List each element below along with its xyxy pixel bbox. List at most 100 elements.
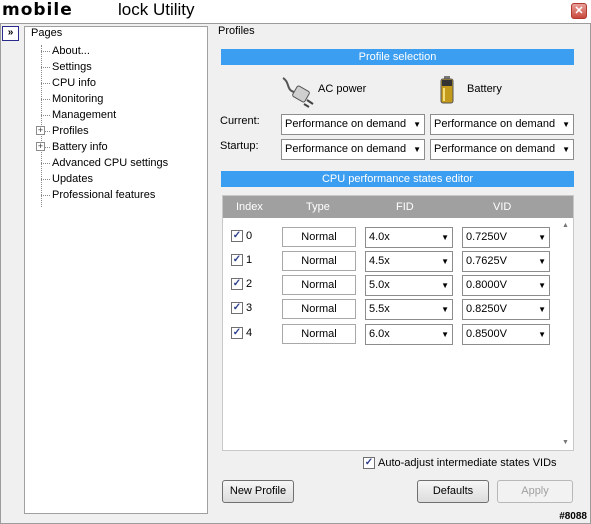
- tree-item[interactable]: Management: [25, 107, 207, 123]
- current-battery-select[interactable]: Performance on demand ▼: [430, 114, 574, 135]
- row-index: 3: [246, 302, 253, 314]
- row-enable-checkbox[interactable]: ✓: [231, 327, 243, 339]
- row-type-field[interactable]: Normal: [282, 275, 356, 295]
- row-fid-value: 5.0x: [369, 279, 390, 291]
- row-type-field[interactable]: Normal: [282, 251, 356, 271]
- row-fid-select[interactable]: 4.5x ▼: [365, 251, 453, 272]
- section-title: Profiles: [218, 25, 255, 37]
- startup-ac-value: Performance on demand: [285, 143, 407, 155]
- chevron-down-icon: ▼: [441, 257, 449, 266]
- row-type-field[interactable]: Normal: [282, 227, 356, 247]
- pstates-grid: Index Type FID VID ✓ 0 Normal 4.0x ▼ 0.7250V ▼…: [222, 195, 574, 451]
- row-vid-select[interactable]: 0.8000V ▼: [462, 275, 550, 296]
- tree-connector: [41, 99, 50, 100]
- row-index: 4: [246, 327, 253, 339]
- tree-connector: [41, 115, 50, 116]
- tree-item[interactable]: CPU info: [25, 75, 207, 91]
- collapse-nav-button[interactable]: »: [2, 26, 19, 41]
- row-enable-checkbox[interactable]: ✓: [231, 278, 243, 290]
- chevron-down-icon: ▼: [413, 120, 421, 129]
- pages-title: Pages: [31, 27, 63, 39]
- grid-header: Index Type FID VID: [223, 196, 573, 218]
- startup-label: Startup:: [220, 140, 259, 152]
- row-fid-select[interactable]: 4.0x ▼: [365, 227, 453, 248]
- col-type: Type: [306, 201, 330, 213]
- tree-item[interactable]: Professional features: [25, 187, 207, 203]
- col-index: Index: [236, 201, 263, 213]
- row-fid-select[interactable]: 5.0x ▼: [365, 275, 453, 296]
- row-index: 2: [246, 278, 253, 290]
- row-index: 0: [246, 230, 253, 242]
- current-ac-select[interactable]: Performance on demand ▼: [281, 114, 425, 135]
- tree-item-label: Battery info: [52, 141, 108, 153]
- tree-item[interactable]: Settings: [25, 59, 207, 75]
- chevron-down-icon: ▼: [538, 305, 546, 314]
- tree-item-label: Monitoring: [52, 93, 104, 105]
- scroll-up-icon[interactable]: ▲: [562, 222, 569, 229]
- tree-connector: [41, 83, 50, 84]
- row-vid-select[interactable]: 0.8250V ▼: [462, 299, 550, 320]
- tree-item-label: Settings: [52, 61, 92, 73]
- row-vid-select[interactable]: 0.7625V ▼: [462, 251, 550, 272]
- chevron-down-icon: ▼: [562, 120, 570, 129]
- tree-connector: [41, 179, 50, 180]
- row-vid-value: 0.8000V: [466, 279, 507, 291]
- defaults-button[interactable]: Defaults: [417, 480, 489, 503]
- row-fid-value: 4.0x: [369, 231, 390, 243]
- expand-icon[interactable]: +: [36, 126, 45, 135]
- row-vid-select[interactable]: 0.8500V ▼: [462, 324, 550, 345]
- close-button[interactable]: ✕: [571, 3, 587, 19]
- battery-icon: [440, 76, 454, 104]
- tree-item[interactable]: Monitoring: [25, 91, 207, 107]
- apply-button[interactable]: Apply: [497, 480, 573, 503]
- chevron-down-icon: ▼: [538, 281, 546, 290]
- title-bar: mobile lock Utility ✕: [0, 0, 591, 24]
- row-vid-value: 0.7250V: [466, 231, 507, 243]
- startup-battery-value: Performance on demand: [434, 143, 556, 155]
- tree-item-label: Profiles: [52, 125, 89, 137]
- row-type-field[interactable]: Normal: [282, 324, 356, 344]
- tree-item-label: Professional features: [52, 189, 156, 201]
- app-logo: mobile: [2, 0, 73, 20]
- row-fid-select[interactable]: 5.5x ▼: [365, 299, 453, 320]
- tree-item-label: Advanced CPU settings: [52, 157, 169, 169]
- current-ac-value: Performance on demand: [285, 118, 407, 130]
- auto-adjust-checkbox[interactable]: ✓: [363, 457, 375, 469]
- scroll-down-icon[interactable]: ▼: [562, 439, 569, 446]
- auto-adjust-label: Auto-adjust intermediate states VIDs: [378, 457, 557, 469]
- pages-tree: About... Settings CPU info Monitoring Manage…: [25, 43, 207, 203]
- row-type-field[interactable]: Normal: [282, 299, 356, 319]
- row-fid-value: 4.5x: [369, 255, 390, 267]
- tree-item[interactable]: About...: [25, 43, 207, 59]
- expand-icon[interactable]: +: [36, 142, 45, 151]
- chevron-down-icon: ▼: [441, 330, 449, 339]
- tree-item[interactable]: Updates: [25, 171, 207, 187]
- row-fid-value: 5.5x: [369, 303, 390, 315]
- row-vid-value: 0.8250V: [466, 303, 507, 315]
- tree-connector: [41, 51, 50, 52]
- tree-item[interactable]: Advanced CPU settings: [25, 155, 207, 171]
- chevron-down-icon: ▼: [441, 233, 449, 242]
- current-label: Current:: [220, 115, 260, 127]
- row-fid-select[interactable]: 6.0x ▼: [365, 324, 453, 345]
- row-enable-checkbox[interactable]: ✓: [231, 230, 243, 242]
- col-vid: VID: [493, 201, 512, 213]
- grid-scrollbar[interactable]: ▲ ▼: [560, 222, 572, 446]
- tree-item[interactable]: + Profiles: [25, 123, 207, 139]
- chevron-down-icon: ▼: [441, 305, 449, 314]
- row-vid-value: 0.8500V: [466, 328, 507, 340]
- pstates-editor-header: CPU performance states editor: [221, 171, 574, 187]
- tree-item-label: CPU info: [52, 77, 97, 89]
- row-enable-checkbox[interactable]: ✓: [231, 302, 243, 314]
- row-vid-select[interactable]: 0.7250V ▼: [462, 227, 550, 248]
- tree-item[interactable]: + Battery info: [25, 139, 207, 155]
- row-enable-checkbox[interactable]: ✓: [231, 254, 243, 266]
- col-fid: FID: [396, 201, 414, 213]
- chevron-down-icon: ▼: [538, 330, 546, 339]
- startup-ac-select[interactable]: Performance on demand ▼: [281, 139, 425, 160]
- startup-battery-select[interactable]: Performance on demand ▼: [430, 139, 574, 160]
- tree-item-label: Updates: [52, 173, 93, 185]
- current-battery-value: Performance on demand: [434, 118, 556, 130]
- new-profile-button[interactable]: New Profile: [222, 480, 294, 503]
- tree-item-label: Management: [52, 109, 117, 121]
